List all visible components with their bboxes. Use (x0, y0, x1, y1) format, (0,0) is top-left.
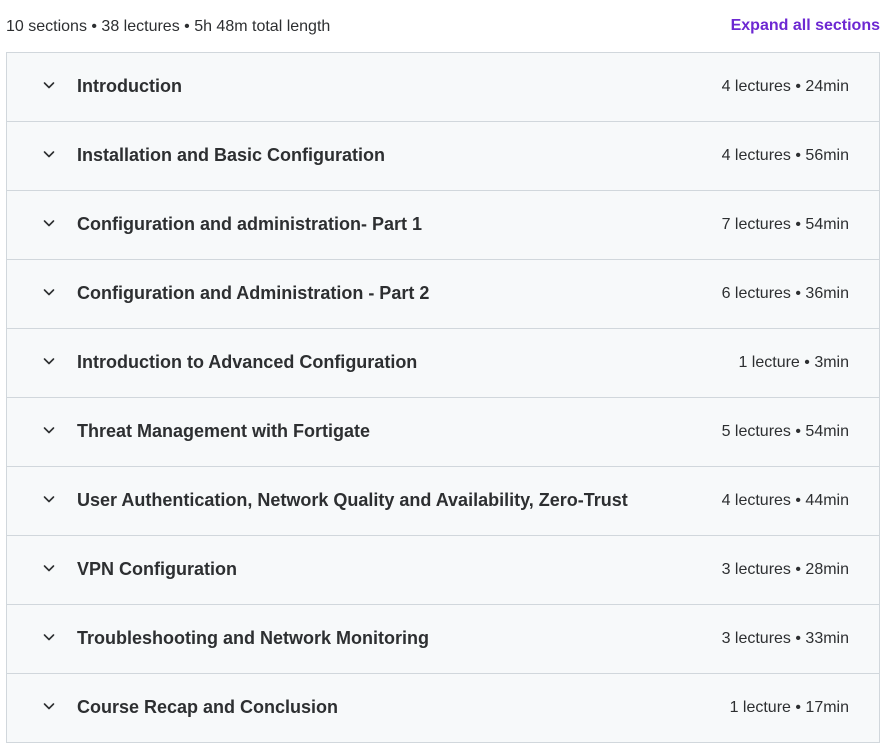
section-meta: 7 lectures • 54min (721, 216, 849, 233)
section-title: Introduction (77, 76, 182, 96)
section-title: VPN Configuration (77, 559, 237, 579)
chevron-down-icon (41, 146, 57, 162)
section-meta: 3 lectures • 28min (721, 561, 849, 578)
section-meta: 3 lectures • 33min (721, 630, 849, 647)
section-title: Installation and Basic Configuration (77, 145, 386, 165)
chevron-down-icon (41, 698, 57, 714)
section-meta: 5 lectures • 54min (721, 423, 849, 440)
chevron-down-icon (41, 422, 57, 438)
chevron-down-icon (41, 215, 57, 231)
section-title: Course Recap and Conclusion (77, 697, 339, 717)
chevron-down-icon (41, 629, 57, 645)
section-row[interactable]: Installation and Basic Configuration 4 l… (7, 122, 879, 191)
section-row[interactable]: VPN Configuration 3 lectures • 28min (7, 536, 879, 605)
chevron-down-icon (41, 284, 57, 300)
section-meta: 4 lectures • 44min (721, 492, 849, 509)
course-summary: 10 sections • 38 lectures • 5h 48m total… (6, 18, 331, 35)
curriculum-header: 10 sections • 38 lectures • 5h 48m total… (0, 0, 888, 53)
section-meta: 1 lecture • 17min (729, 699, 849, 716)
chevron-down-icon (41, 491, 57, 507)
section-row[interactable]: Course Recap and Conclusion 1 lecture • … (7, 674, 879, 742)
chevron-down-icon (41, 560, 57, 576)
section-title: Configuration and Administration - Part … (77, 283, 430, 303)
section-meta: 6 lectures • 36min (721, 285, 849, 302)
chevron-down-icon (41, 77, 57, 93)
section-title: User Authentication, Network Quality and… (77, 490, 628, 510)
chevron-down-icon (41, 353, 57, 369)
section-row[interactable]: Configuration and Administration - Part … (7, 260, 879, 329)
section-title: Configuration and administration- Part 1 (77, 214, 423, 234)
section-row[interactable]: Introduction to Advanced Configuration 1… (7, 329, 879, 398)
section-meta: 4 lectures • 24min (721, 78, 849, 95)
section-row[interactable]: Threat Management with Fortigate 5 lectu… (7, 398, 879, 467)
section-row[interactable]: Troubleshooting and Network Monitoring 3… (7, 605, 879, 674)
section-row[interactable]: Configuration and administration- Part 1… (7, 191, 879, 260)
curriculum-sections-list: Introduction 4 lectures • 24min Installa… (6, 52, 880, 743)
section-title: Introduction to Advanced Configuration (77, 352, 418, 372)
section-row[interactable]: User Authentication, Network Quality and… (7, 467, 879, 536)
section-meta: 1 lecture • 3min (738, 354, 849, 371)
section-title: Threat Management with Fortigate (77, 421, 371, 441)
section-row[interactable]: Introduction 4 lectures • 24min (7, 53, 879, 122)
section-title: Troubleshooting and Network Monitoring (77, 628, 429, 648)
section-meta: 4 lectures • 56min (721, 147, 849, 164)
expand-all-sections-button[interactable]: Expand all sections (731, 16, 880, 36)
